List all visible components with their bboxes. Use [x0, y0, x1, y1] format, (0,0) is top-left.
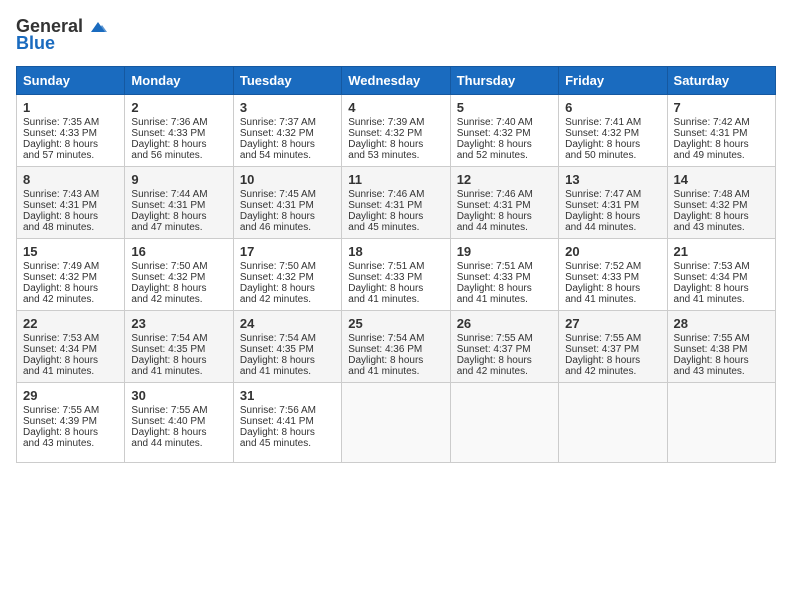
cell-info: Sunrise: 7:51 AMSunset: 4:33 PMDaylight:…: [457, 261, 533, 305]
cell-info: Sunrise: 7:45 AMSunset: 4:31 PMDaylight:…: [240, 189, 316, 233]
calendar-cell: 1Sunrise: 7:35 AMSunset: 4:33 PMDaylight…: [17, 95, 125, 167]
cell-info: Sunrise: 7:55 AMSunset: 4:40 PMDaylight:…: [131, 405, 207, 449]
cell-info: Sunrise: 7:54 AMSunset: 4:36 PMDaylight:…: [348, 333, 424, 377]
calendar-cell: [667, 383, 775, 463]
calendar-cell: 29Sunrise: 7:55 AMSunset: 4:39 PMDayligh…: [17, 383, 125, 463]
calendar-cell: 27Sunrise: 7:55 AMSunset: 4:37 PMDayligh…: [559, 311, 667, 383]
cell-info: Sunrise: 7:49 AMSunset: 4:32 PMDaylight:…: [23, 261, 99, 305]
calendar-cell: 13Sunrise: 7:47 AMSunset: 4:31 PMDayligh…: [559, 167, 667, 239]
cell-info: Sunrise: 7:55 AMSunset: 4:38 PMDaylight:…: [674, 333, 750, 377]
cell-info: Sunrise: 7:56 AMSunset: 4:41 PMDaylight:…: [240, 405, 316, 449]
calendar-cell: 30Sunrise: 7:55 AMSunset: 4:40 PMDayligh…: [125, 383, 233, 463]
calendar-cell: 4Sunrise: 7:39 AMSunset: 4:32 PMDaylight…: [342, 95, 450, 167]
cell-info: Sunrise: 7:41 AMSunset: 4:32 PMDaylight:…: [565, 117, 641, 161]
weekday-header: Friday: [559, 67, 667, 95]
cell-info: Sunrise: 7:39 AMSunset: 4:32 PMDaylight:…: [348, 117, 424, 161]
weekday-header: Wednesday: [342, 67, 450, 95]
calendar-cell: [559, 383, 667, 463]
page-header: General Blue: [16, 16, 776, 54]
calendar-cell: 5Sunrise: 7:40 AMSunset: 4:32 PMDaylight…: [450, 95, 558, 167]
calendar-table: SundayMondayTuesdayWednesdayThursdayFrid…: [16, 66, 776, 463]
cell-info: Sunrise: 7:40 AMSunset: 4:32 PMDaylight:…: [457, 117, 533, 161]
calendar-cell: 7Sunrise: 7:42 AMSunset: 4:31 PMDaylight…: [667, 95, 775, 167]
cell-info: Sunrise: 7:46 AMSunset: 4:31 PMDaylight:…: [348, 189, 424, 233]
cell-info: Sunrise: 7:55 AMSunset: 4:37 PMDaylight:…: [565, 333, 641, 377]
calendar-cell: 8Sunrise: 7:43 AMSunset: 4:31 PMDaylight…: [17, 167, 125, 239]
cell-info: Sunrise: 7:54 AMSunset: 4:35 PMDaylight:…: [131, 333, 207, 377]
calendar-cell: [342, 383, 450, 463]
calendar-cell: 28Sunrise: 7:55 AMSunset: 4:38 PMDayligh…: [667, 311, 775, 383]
calendar-cell: 17Sunrise: 7:50 AMSunset: 4:32 PMDayligh…: [233, 239, 341, 311]
calendar-cell: 22Sunrise: 7:53 AMSunset: 4:34 PMDayligh…: [17, 311, 125, 383]
calendar-cell: 10Sunrise: 7:45 AMSunset: 4:31 PMDayligh…: [233, 167, 341, 239]
cell-info: Sunrise: 7:43 AMSunset: 4:31 PMDaylight:…: [23, 189, 99, 233]
weekday-header: Tuesday: [233, 67, 341, 95]
weekday-header: Monday: [125, 67, 233, 95]
calendar-cell: 16Sunrise: 7:50 AMSunset: 4:32 PMDayligh…: [125, 239, 233, 311]
cell-info: Sunrise: 7:37 AMSunset: 4:32 PMDaylight:…: [240, 117, 316, 161]
calendar-cell: 18Sunrise: 7:51 AMSunset: 4:33 PMDayligh…: [342, 239, 450, 311]
calendar-cell: 25Sunrise: 7:54 AMSunset: 4:36 PMDayligh…: [342, 311, 450, 383]
calendar-cell: 2Sunrise: 7:36 AMSunset: 4:33 PMDaylight…: [125, 95, 233, 167]
cell-info: Sunrise: 7:35 AMSunset: 4:33 PMDaylight:…: [23, 117, 99, 161]
cell-info: Sunrise: 7:53 AMSunset: 4:34 PMDaylight:…: [23, 333, 99, 377]
cell-info: Sunrise: 7:51 AMSunset: 4:33 PMDaylight:…: [348, 261, 424, 305]
calendar-cell: 21Sunrise: 7:53 AMSunset: 4:34 PMDayligh…: [667, 239, 775, 311]
calendar-cell: 11Sunrise: 7:46 AMSunset: 4:31 PMDayligh…: [342, 167, 450, 239]
calendar-cell: 23Sunrise: 7:54 AMSunset: 4:35 PMDayligh…: [125, 311, 233, 383]
calendar-cell: 31Sunrise: 7:56 AMSunset: 4:41 PMDayligh…: [233, 383, 341, 463]
cell-info: Sunrise: 7:50 AMSunset: 4:32 PMDaylight:…: [240, 261, 316, 305]
cell-info: Sunrise: 7:36 AMSunset: 4:33 PMDaylight:…: [131, 117, 207, 161]
cell-info: Sunrise: 7:46 AMSunset: 4:31 PMDaylight:…: [457, 189, 533, 233]
calendar-cell: 26Sunrise: 7:55 AMSunset: 4:37 PMDayligh…: [450, 311, 558, 383]
cell-info: Sunrise: 7:48 AMSunset: 4:32 PMDaylight:…: [674, 189, 750, 233]
cell-info: Sunrise: 7:50 AMSunset: 4:32 PMDaylight:…: [131, 261, 207, 305]
weekday-header: Saturday: [667, 67, 775, 95]
calendar-cell: 12Sunrise: 7:46 AMSunset: 4:31 PMDayligh…: [450, 167, 558, 239]
logo-blue: Blue: [16, 33, 55, 54]
cell-info: Sunrise: 7:53 AMSunset: 4:34 PMDaylight:…: [674, 261, 750, 305]
cell-info: Sunrise: 7:55 AMSunset: 4:37 PMDaylight:…: [457, 333, 533, 377]
calendar-cell: 14Sunrise: 7:48 AMSunset: 4:32 PMDayligh…: [667, 167, 775, 239]
cell-info: Sunrise: 7:55 AMSunset: 4:39 PMDaylight:…: [23, 405, 99, 449]
weekday-header: Thursday: [450, 67, 558, 95]
logo-icon: [87, 18, 109, 36]
weekday-header: Sunday: [17, 67, 125, 95]
calendar-cell: 3Sunrise: 7:37 AMSunset: 4:32 PMDaylight…: [233, 95, 341, 167]
calendar-cell: 9Sunrise: 7:44 AMSunset: 4:31 PMDaylight…: [125, 167, 233, 239]
calendar-cell: 6Sunrise: 7:41 AMSunset: 4:32 PMDaylight…: [559, 95, 667, 167]
cell-info: Sunrise: 7:42 AMSunset: 4:31 PMDaylight:…: [674, 117, 750, 161]
calendar-cell: 24Sunrise: 7:54 AMSunset: 4:35 PMDayligh…: [233, 311, 341, 383]
calendar-cell: [450, 383, 558, 463]
calendar-cell: 20Sunrise: 7:52 AMSunset: 4:33 PMDayligh…: [559, 239, 667, 311]
cell-info: Sunrise: 7:44 AMSunset: 4:31 PMDaylight:…: [131, 189, 207, 233]
cell-info: Sunrise: 7:54 AMSunset: 4:35 PMDaylight:…: [240, 333, 316, 377]
logo: General Blue: [16, 16, 109, 54]
cell-info: Sunrise: 7:47 AMSunset: 4:31 PMDaylight:…: [565, 189, 641, 233]
cell-info: Sunrise: 7:52 AMSunset: 4:33 PMDaylight:…: [565, 261, 641, 305]
calendar-cell: 15Sunrise: 7:49 AMSunset: 4:32 PMDayligh…: [17, 239, 125, 311]
calendar-cell: 19Sunrise: 7:51 AMSunset: 4:33 PMDayligh…: [450, 239, 558, 311]
